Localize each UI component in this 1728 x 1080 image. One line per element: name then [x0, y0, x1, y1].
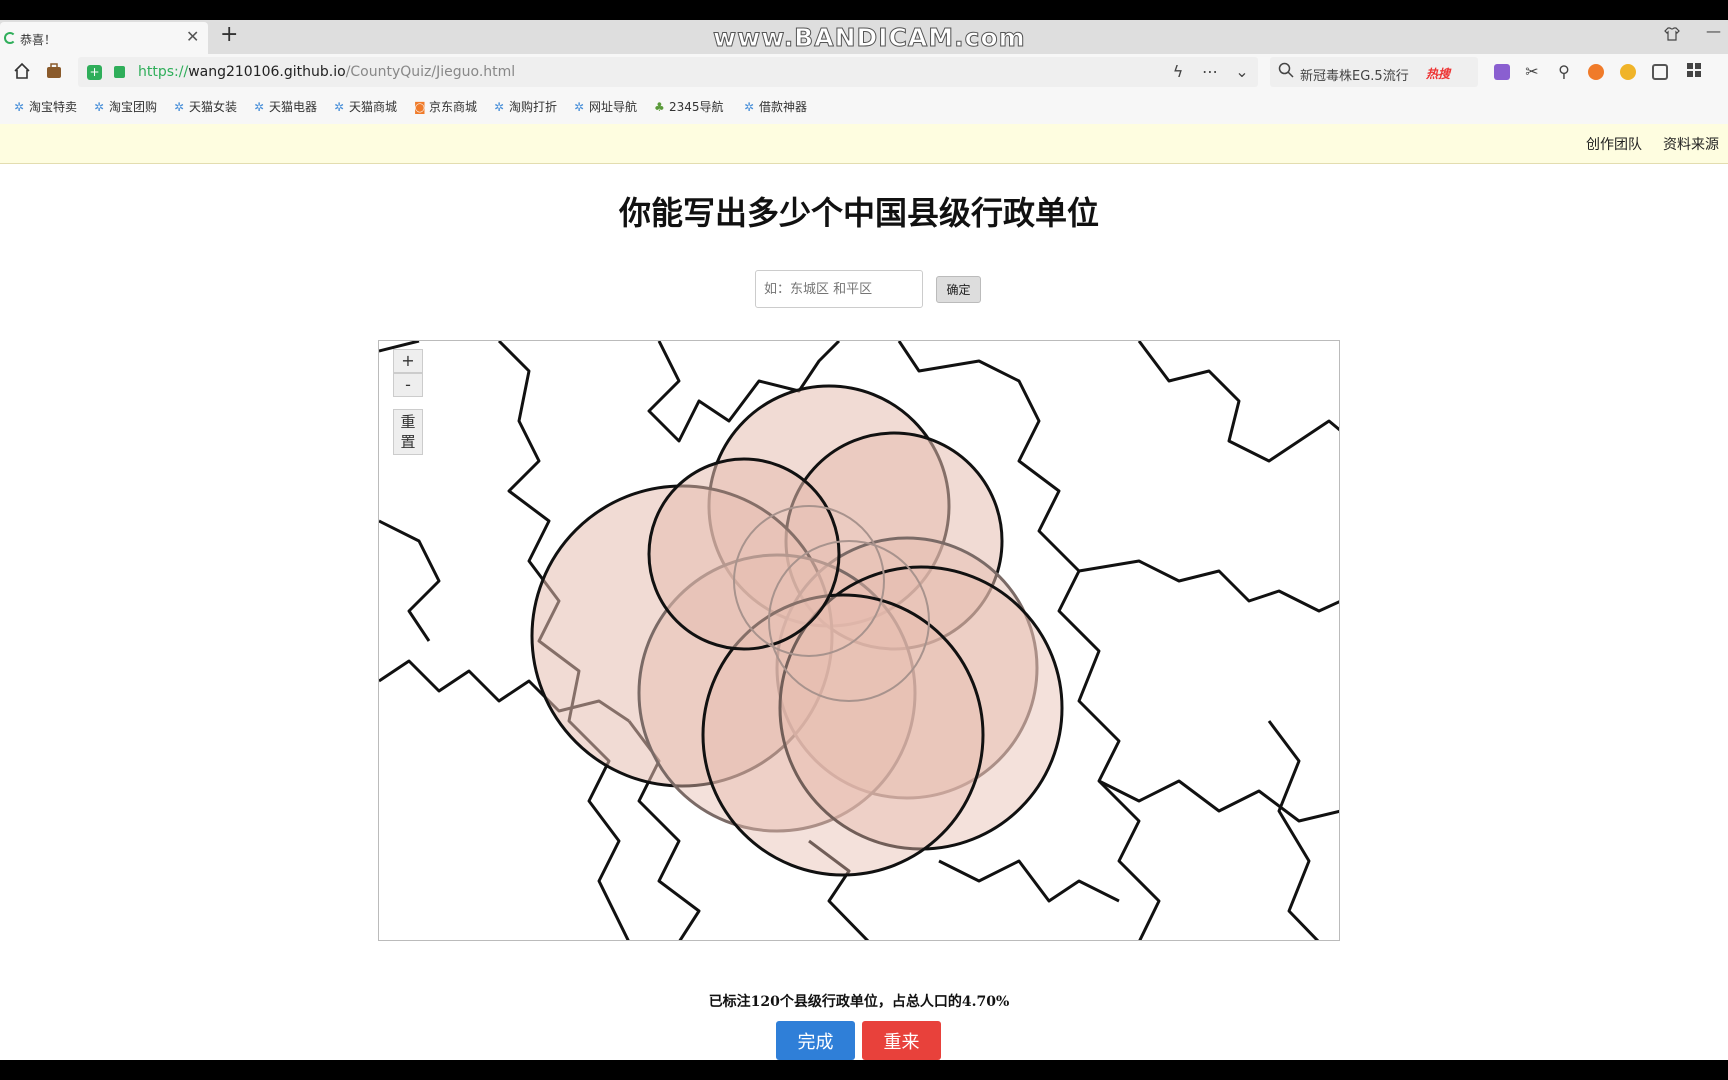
bookmark-star-icon: ✲: [744, 100, 755, 114]
top-header-bar: 创作团队 资料来源: [0, 124, 1728, 164]
url-host: wang210106.github.io: [188, 64, 346, 80]
result-summary: 已标注120个县级行政单位，占总人口的4.70%: [708, 994, 1010, 1010]
answer-circle: [647, 457, 841, 651]
bookmark-label: 天猫电器: [269, 100, 318, 114]
zoom-in-button[interactable]: +: [393, 349, 423, 373]
bookmark-star-icon: ✲: [14, 100, 25, 114]
bookmark-item[interactable]: ◙ 京东商城: [414, 98, 477, 115]
address-bar[interactable]: + https://wang210106.github.io/CountyQui…: [78, 57, 1258, 87]
shirt-icon[interactable]: [1664, 26, 1680, 46]
scissors-icon[interactable]: ✂: [1522, 62, 1542, 82]
url-scheme: https://: [138, 64, 189, 80]
browser-tab[interactable]: 恭喜！ ✕: [0, 22, 208, 54]
translate-icon[interactable]: [1494, 64, 1510, 80]
loading-spinner-icon: [4, 32, 16, 44]
bookmarks-bar: ✲ 淘宝特卖 ✲ 淘宝团购 ✲ 天猫女装 ✲ 天猫电器 ✲ 天猫商城 ◙ 京东商城 ✲ 淘购打…: [0, 90, 1728, 124]
home-icon[interactable]: [12, 62, 32, 82]
top-bar: [0, 0, 1728, 20]
screen: 恭喜！ ✕ + www.BANDICAM.com — + https://wan…: [0, 0, 1728, 1080]
tab-strip: 恭喜！ ✕ + www.BANDICAM.com —: [0, 20, 1728, 54]
bookmark-item[interactable]: ✲ 淘宝特卖: [14, 98, 77, 115]
search-suggestion: 新冠毒株EG.5流行: [1300, 69, 1409, 84]
bookmark-label: 网址导航: [589, 100, 638, 114]
hot-search-badge[interactable]: 热搜: [1426, 65, 1450, 82]
web-page: 创作团队 资料来源 你能写出多少个中国县级行政单位 确定: [0, 124, 1728, 1060]
bookmark-label: 淘购打折: [509, 100, 558, 114]
bookmark-nav-icon: ♣: [654, 100, 665, 114]
bookmark-label: 2345导航: [669, 100, 724, 114]
magnifier-icon[interactable]: ⚲: [1554, 62, 1574, 82]
sources-link[interactable]: 资料来源: [1663, 134, 1719, 154]
bookmark-item[interactable]: ✲ 淘购打折: [494, 98, 557, 115]
briefcase-icon[interactable]: [44, 62, 64, 82]
team-link[interactable]: 创作团队: [1586, 134, 1642, 154]
url-path: /CountyQuiz/Jieguo.html: [345, 64, 516, 80]
bookmark-label: 京东商城: [429, 100, 478, 114]
answer-circles-fill: [530, 384, 1064, 877]
bookmark-item[interactable]: ✲ 天猫电器: [254, 98, 317, 115]
security-shield-icon: +: [87, 65, 102, 80]
retry-button[interactable]: 重来: [862, 1021, 941, 1060]
lock-icon: [114, 66, 125, 78]
bookmark-item[interactable]: ✲ 借款神器: [744, 98, 807, 115]
close-tab-icon[interactable]: ✕: [186, 27, 199, 46]
url-text: https://wang210106.github.io/CountyQuiz/…: [138, 64, 515, 80]
bookmark-label: 天猫商城: [349, 100, 398, 114]
game-icon[interactable]: [1588, 64, 1604, 80]
recording-watermark: www.BANDICAM.com: [713, 23, 1026, 53]
bookmark-star-icon: ✲: [574, 100, 585, 114]
tab-title: 恭喜！: [20, 33, 57, 47]
bookmark-item[interactable]: ✲ 网址导航: [574, 98, 637, 115]
bookmark-item[interactable]: ✲ 天猫商城: [334, 98, 397, 115]
bookmark-item[interactable]: ✲ 淘宝团购: [94, 98, 157, 115]
bookmark-star-icon: ✲: [494, 100, 505, 114]
map-view[interactable]: + - 重置: [378, 340, 1340, 941]
bookmark-item[interactable]: ♣ 2345导航: [654, 98, 724, 115]
search-box[interactable]: 新冠毒株EG.5流行 热搜: [1270, 57, 1478, 87]
page-title: 你能写出多少个中国县级行政单位: [618, 194, 1099, 232]
bookmark-label: 淘宝团购: [109, 100, 158, 114]
jd-icon: ◙: [414, 100, 426, 114]
minimize-icon[interactable]: —: [1706, 22, 1721, 40]
bookmark-item[interactable]: ✲ 天猫女装: [174, 98, 237, 115]
confirm-button[interactable]: 确定: [936, 276, 981, 303]
reset-view-button[interactable]: 重置: [393, 409, 423, 455]
county-input[interactable]: [755, 270, 923, 308]
bookmark-star-icon: ✲: [254, 100, 265, 114]
bookmark-star-icon: ✲: [94, 100, 105, 114]
bookmark-star-icon: ✲: [334, 100, 345, 114]
grid-menu-icon[interactable]: [1684, 62, 1704, 82]
lightning-icon[interactable]: ϟ: [1168, 62, 1188, 82]
search-icon: [1276, 62, 1296, 82]
new-tab-button[interactable]: +: [220, 22, 238, 47]
zoom-out-button[interactable]: -: [393, 373, 423, 397]
more-icon[interactable]: ⋯: [1200, 62, 1220, 82]
bottom-bar: [0, 1060, 1728, 1080]
bookmark-label: 淘宝特卖: [29, 100, 78, 114]
map-canvas: [379, 341, 1339, 940]
navigation-bar: + https://wang210106.github.io/CountyQui…: [0, 54, 1728, 90]
bookmark-label: 天猫女装: [189, 100, 238, 114]
bookmark-label: 借款神器: [759, 100, 808, 114]
done-button[interactable]: 完成: [776, 1021, 855, 1060]
coin-icon[interactable]: [1620, 64, 1636, 80]
window-icon[interactable]: [1652, 64, 1668, 80]
chevron-down-icon[interactable]: ⌄: [1232, 62, 1252, 82]
bookmark-star-icon: ✲: [174, 100, 185, 114]
